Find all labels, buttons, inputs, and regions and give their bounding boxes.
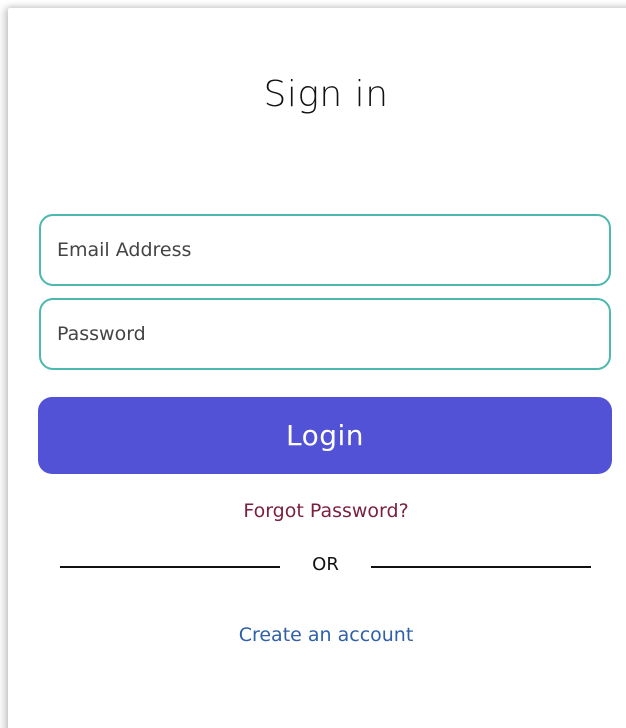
email-field[interactable] — [39, 214, 611, 286]
divider-line-right — [371, 566, 591, 568]
login-button[interactable]: Login — [38, 397, 612, 474]
or-divider: OR — [60, 552, 591, 584]
page-title: Sign in — [263, 74, 389, 115]
create-account-link[interactable]: Create an account — [0, 624, 626, 646]
divider-label: OR — [312, 554, 339, 575]
password-field[interactable] — [39, 298, 611, 370]
forgot-password-link[interactable]: Forgot Password? — [0, 500, 626, 522]
page: Sign in Login Forgot Password? OR Create… — [0, 0, 626, 728]
divider-line-left — [60, 566, 280, 568]
